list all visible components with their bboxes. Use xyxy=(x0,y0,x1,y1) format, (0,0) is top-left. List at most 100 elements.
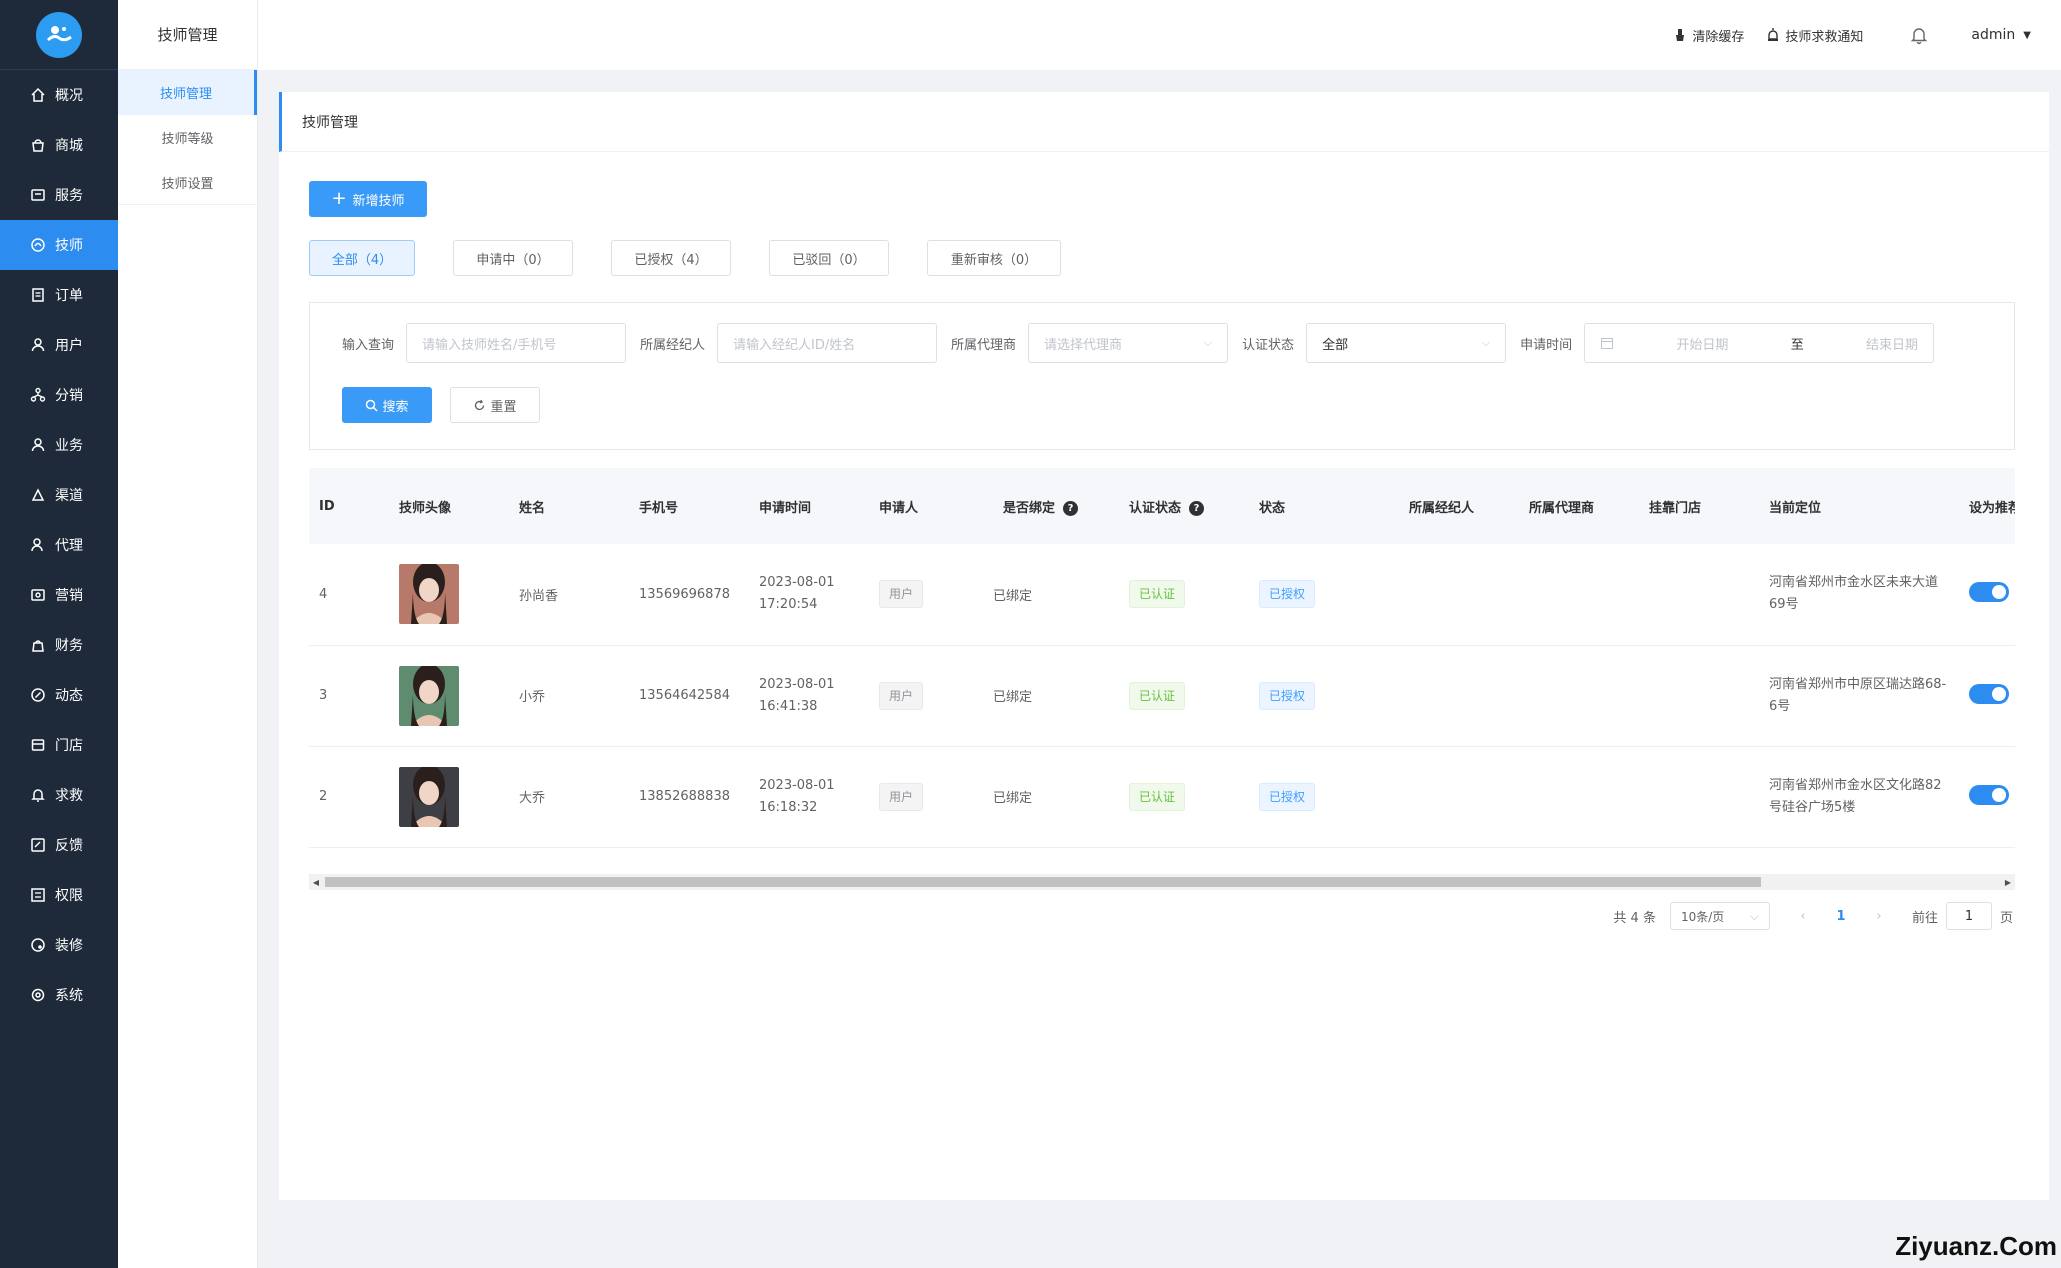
help-icon[interactable]: ? xyxy=(1189,500,1205,516)
search-button[interactable]: 搜索 xyxy=(342,387,432,423)
prev-page-icon[interactable]: ‹ xyxy=(1788,909,1818,924)
auth-status-select[interactable]: 全部 ⌵ xyxy=(1306,323,1507,363)
table-row: 2 大乔 13852688838 2023-08-01 16:18:32 用户 已绑定 已认证… xyxy=(309,746,2015,847)
status-tag: 已授权 xyxy=(1259,782,1316,811)
sidebar-item-label: 财务 xyxy=(55,638,83,654)
column-header-store: 挂靠门店 xyxy=(1649,500,1702,516)
sidebar-item-shop[interactable]: 商城 xyxy=(0,120,118,170)
app-logo[interactable] xyxy=(36,11,82,58)
cell-location: 河南省郑州市二七区赣江路98号 xyxy=(1759,847,1959,868)
tab-applying[interactable]: 申请中（0） xyxy=(453,240,573,276)
add-technician-button[interactable]: + 新增技师 xyxy=(309,181,427,217)
cell-phone: 13258689898 xyxy=(629,847,749,868)
sidebar-item-finance[interactable]: 财务 xyxy=(0,620,118,670)
sidebar-item-label: 概况 xyxy=(55,88,83,104)
sidebar-item-channel[interactable]: 渠道 xyxy=(0,470,118,520)
home-icon xyxy=(31,87,45,102)
cell-apply-time: 2023-08-01 16:18:32 xyxy=(749,746,869,847)
sidebar-item-store[interactable]: 门店 xyxy=(0,720,118,770)
horizontal-scrollbar[interactable]: ◀ ▶ xyxy=(309,874,2015,890)
sidebar-item-label: 服务 xyxy=(55,188,83,204)
sidebar-item-service[interactable]: 服务 xyxy=(0,170,118,220)
scroll-left-icon[interactable]: ◀ xyxy=(309,874,323,890)
tab-re-review[interactable]: 重新审核（0） xyxy=(927,240,1061,276)
page-title: 技师管理 xyxy=(279,92,2049,152)
date-range-picker[interactable]: 开始日期 至 结束日期 xyxy=(1584,323,1935,363)
sidebar-item-technician[interactable]: 技师 xyxy=(0,220,118,270)
cell-bound: 已绑定 xyxy=(979,847,1119,868)
table-row: 1 貂蝉132586898982023-08-0115:47:16用户已绑定已认证… xyxy=(309,847,2015,868)
technician-avatar[interactable] xyxy=(399,564,459,625)
cell-status: 已授权 xyxy=(1249,847,1399,868)
tab-authorized[interactable]: 已授权（4） xyxy=(611,240,731,276)
reset-button[interactable]: 重置 xyxy=(450,387,540,423)
agent-select[interactable]: 请选择代理商 ⌵ xyxy=(1028,323,1229,363)
technician-table: ID 技师头像 姓名 手机号 申请时间 申请人 是否绑定? 认证状态? 状态 所… xyxy=(309,468,2015,868)
tab-rejected[interactable]: 已驳回（0） xyxy=(769,240,889,276)
recommend-toggle[interactable] xyxy=(1969,582,2009,603)
query-input[interactable]: 请输入技师姓名/手机号 xyxy=(406,323,627,363)
sos-notice-button[interactable]: 技师求救通知 xyxy=(1766,26,1863,45)
page-size-select[interactable]: 10条/页 ⌵ xyxy=(1669,902,1770,930)
cell-id: 3 xyxy=(319,688,328,703)
end-date-placeholder: 结束日期 xyxy=(1866,337,1919,353)
applicant-tag: 用户 xyxy=(879,681,924,710)
sidebar-item-agent[interactable]: 代理 xyxy=(0,520,118,570)
sidebar-item-label: 求救 xyxy=(55,788,83,804)
recommend-toggle[interactable] xyxy=(1969,784,2009,805)
top-bar: 清除缓存 技师求救通知 admin ▼ xyxy=(258,0,2061,70)
sidebar-item-dynamic[interactable]: 动态 xyxy=(0,670,118,720)
chevron-down-icon: ⌵ xyxy=(1481,336,1491,349)
sidebar-item-user[interactable]: 用户 xyxy=(0,320,118,370)
business-icon xyxy=(31,438,45,452)
technician-avatar[interactable] xyxy=(399,766,459,827)
scroll-right-icon[interactable]: ▶ xyxy=(2001,874,2015,890)
sidebar-item-sos[interactable]: 求救 xyxy=(0,770,118,820)
sidebar-item-marketing[interactable]: 营销 xyxy=(0,570,118,620)
recommend-toggle[interactable] xyxy=(1969,683,2009,704)
submenu-item-technician-manage[interactable]: 技师管理 xyxy=(118,70,257,115)
cell-phone: 13852688838 xyxy=(639,789,730,804)
cell-avatar xyxy=(389,847,509,868)
user-menu[interactable]: admin ▼ xyxy=(1971,27,2031,43)
submenu-item-technician-level[interactable]: 技师等级 xyxy=(118,115,257,160)
tab-all[interactable]: 全部（4） xyxy=(309,240,415,276)
decoration-icon xyxy=(31,938,45,952)
clear-cache-button[interactable]: 清除缓存 xyxy=(1673,26,1744,45)
column-header-id: ID xyxy=(319,498,335,514)
technician-icon xyxy=(31,238,45,252)
sos-notice-label: 技师求救通知 xyxy=(1785,29,1864,45)
sidebar-item-home[interactable]: 概况 xyxy=(0,70,118,120)
auth-status-tag: 已认证 xyxy=(1129,681,1186,710)
sidebar-item-distribution[interactable]: 分销 xyxy=(0,370,118,420)
sidebar-item-feedback[interactable]: 反馈 xyxy=(0,820,118,870)
scrollbar-thumb[interactable] xyxy=(325,877,1761,887)
sidebar-item-system[interactable]: 系统 xyxy=(0,970,118,1020)
cell-broker xyxy=(1399,746,1519,847)
cell-phone: 13569696878 xyxy=(639,586,730,602)
sidebar-item-order[interactable]: 订单 xyxy=(0,270,118,320)
column-header-phone: 手机号 xyxy=(639,500,679,516)
technician-avatar[interactable] xyxy=(399,665,459,726)
apply-date: 2023-08-01 xyxy=(759,575,835,591)
submenu-item-technician-settings[interactable]: 技师设置 xyxy=(118,160,257,205)
cell-broker xyxy=(1399,544,1519,645)
help-icon[interactable]: ? xyxy=(1063,500,1079,516)
sidebar-item-permission[interactable]: 权限 xyxy=(0,870,118,920)
cell-store xyxy=(1639,746,1759,847)
bell-icon[interactable] xyxy=(1909,25,1929,45)
applicant-tag: 用户 xyxy=(879,580,924,609)
cell-phone: 13564642584 xyxy=(639,688,730,703)
feedback-icon xyxy=(31,838,45,852)
secondary-menu: 技师管理 技师管理 技师等级 技师设置 xyxy=(118,0,258,1268)
column-header-name: 姓名 xyxy=(519,500,546,516)
goto-page-input[interactable]: 1 xyxy=(1945,902,1992,930)
next-page-icon[interactable]: › xyxy=(1864,909,1894,924)
broker-input[interactable]: 请输入经纪人ID/姓名 xyxy=(717,323,938,363)
technician-avatar[interactable] xyxy=(399,867,459,869)
page-number-current[interactable]: 1 xyxy=(1826,909,1856,924)
column-header-recommend: 设为推荐 xyxy=(1969,500,2015,516)
sidebar-item-decoration[interactable]: 装修 xyxy=(0,920,118,970)
apply-clock: 16:18:32 xyxy=(759,799,818,815)
sidebar-item-business[interactable]: 业务 xyxy=(0,420,118,470)
